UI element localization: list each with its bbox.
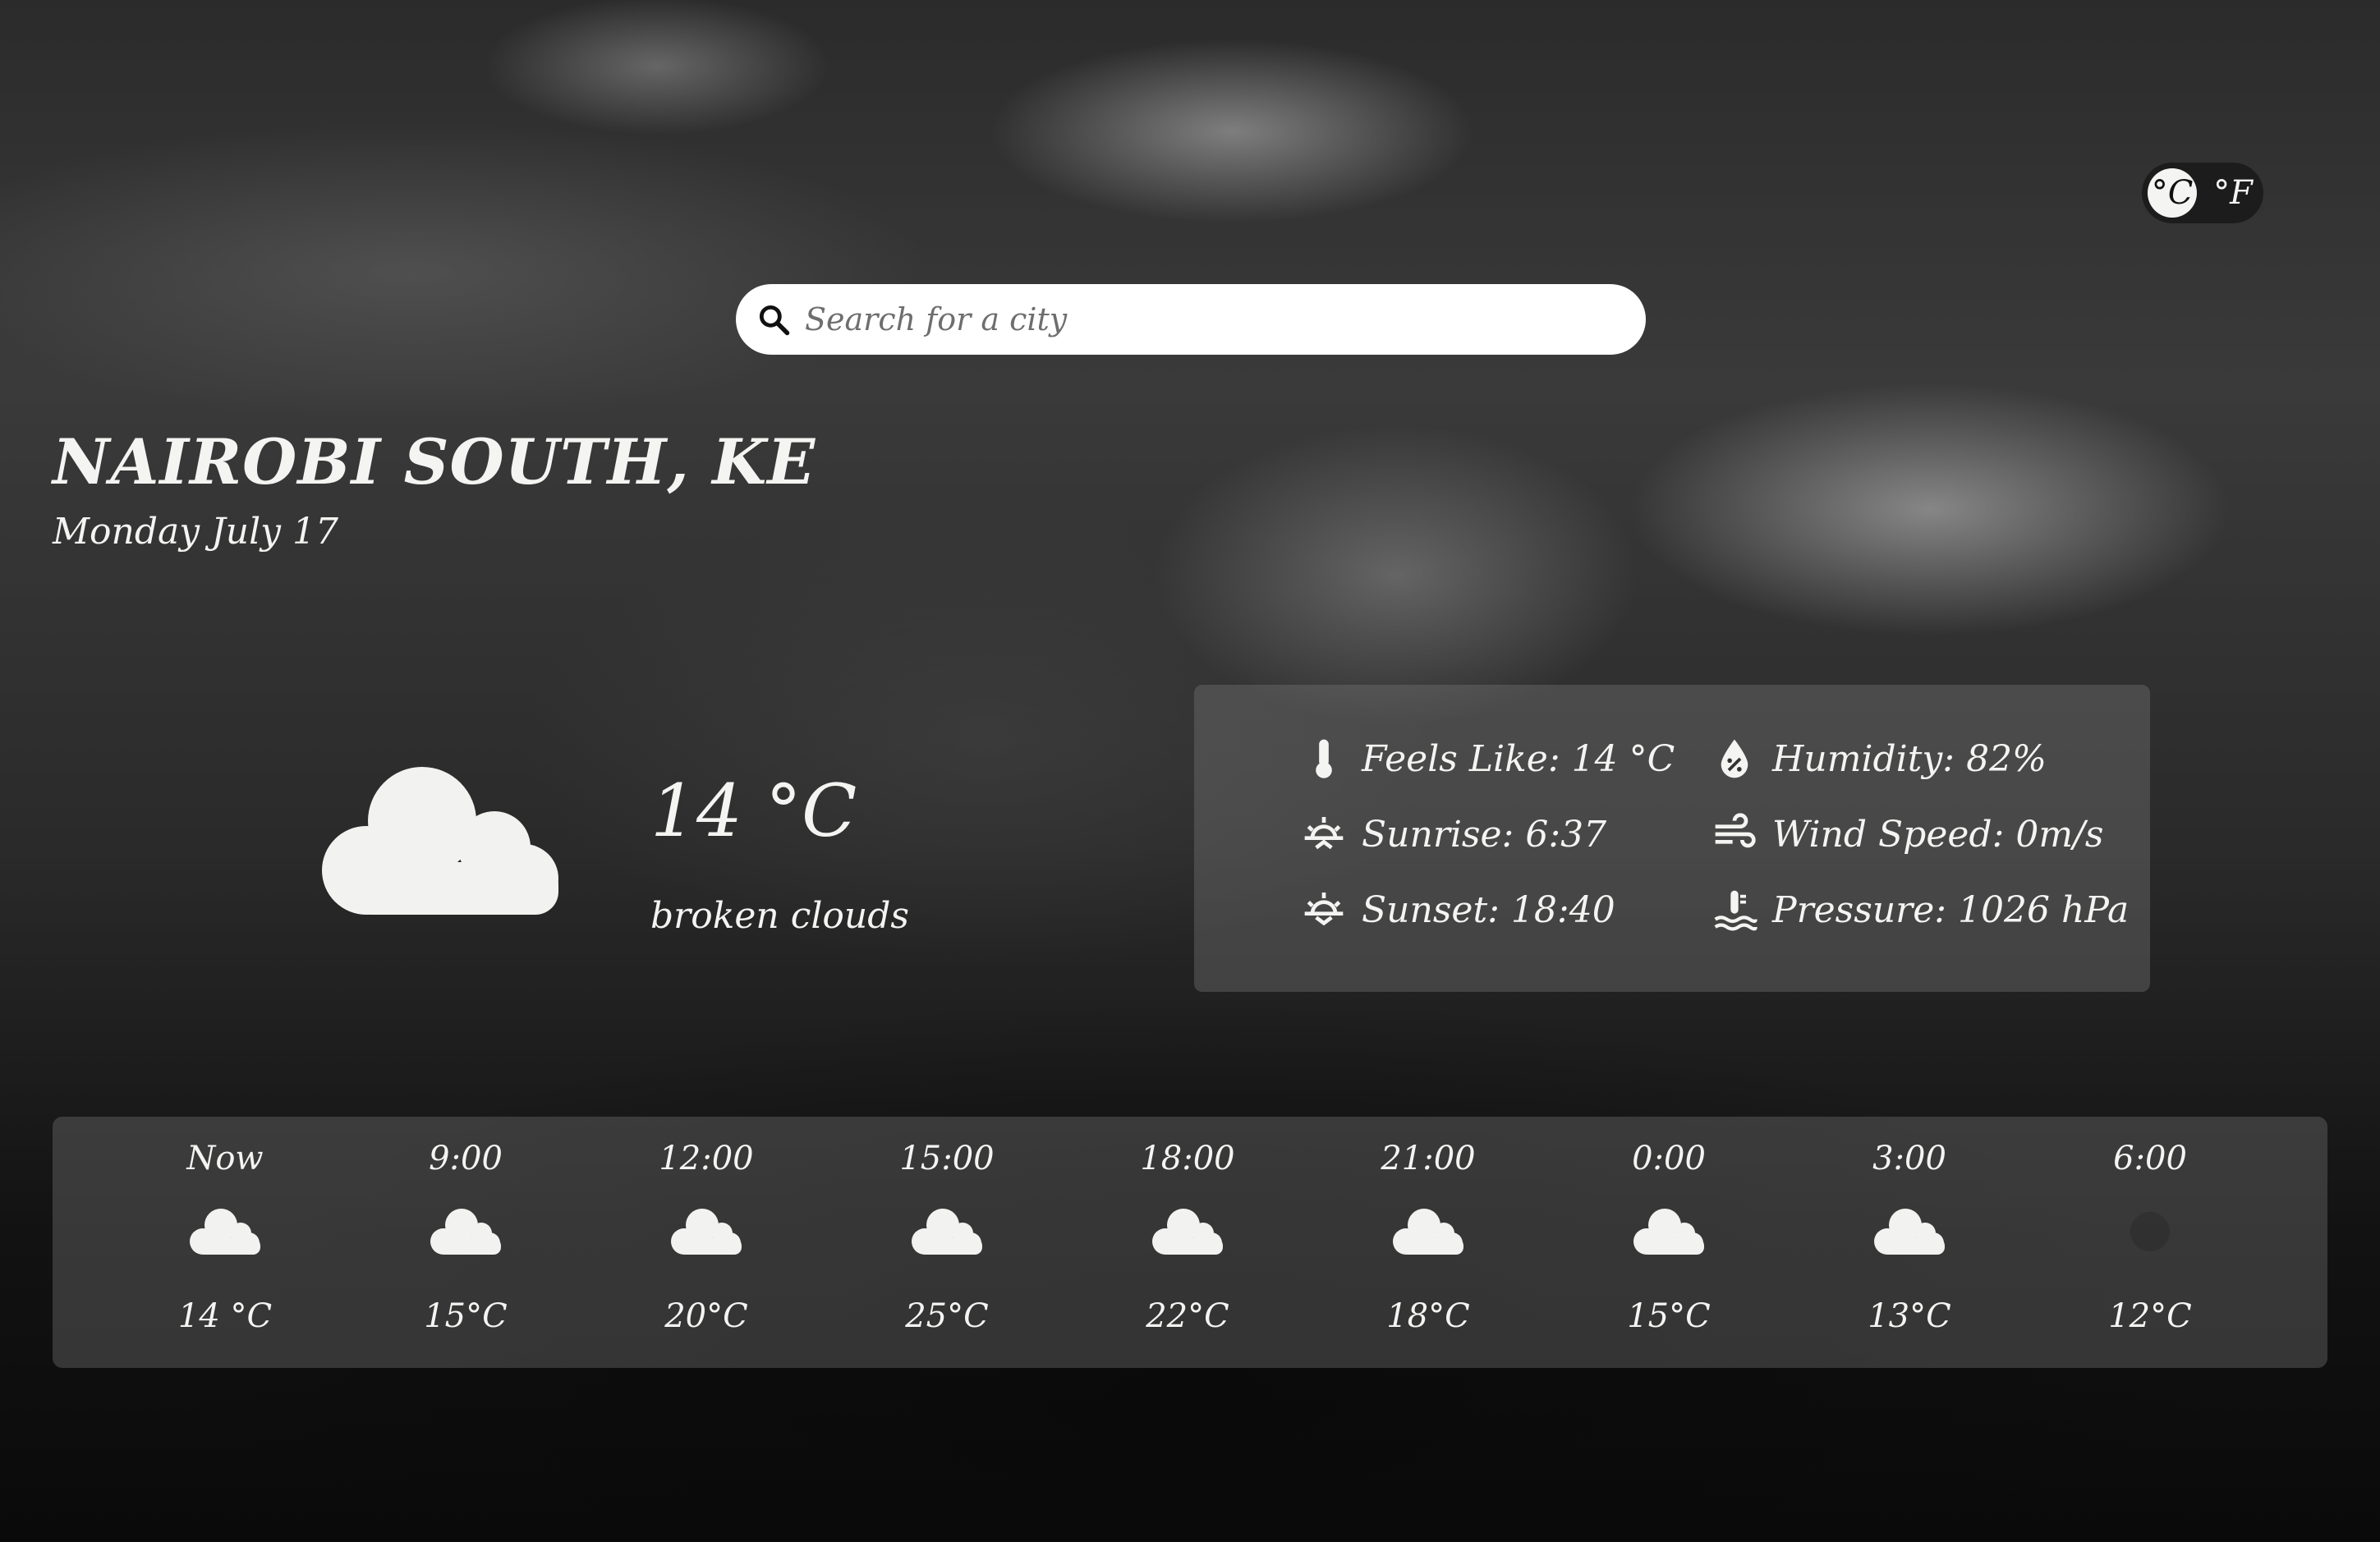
forecast-time: 21:00 bbox=[1381, 1140, 1476, 1177]
sunset-icon bbox=[1304, 893, 1344, 926]
hourly-forecast-panel: Now 14 °C 9:00 15°C 12:00 20°C 15:00 25°… bbox=[53, 1117, 2327, 1368]
feels-like-item: Feels Like: 14 °C bbox=[1301, 736, 1675, 782]
wind-icon bbox=[1715, 813, 1756, 848]
forecast-time: 3:00 bbox=[1872, 1140, 1946, 1177]
forecast-time: 9:00 bbox=[429, 1140, 503, 1177]
forecast-temp: 18°C bbox=[1386, 1297, 1470, 1335]
forecast-item: 0:00 15°C bbox=[1587, 1117, 1751, 1368]
current-date: Monday July 17 bbox=[53, 511, 339, 553]
forecast-time: 18:00 bbox=[1140, 1140, 1235, 1177]
cloud-icon bbox=[1393, 1209, 1463, 1255]
forecast-temp: 20°C bbox=[664, 1297, 748, 1335]
forecast-time: 0:00 bbox=[1632, 1140, 1706, 1177]
forecast-temp: 25°C bbox=[905, 1297, 989, 1335]
humidity-text: Humidity: 82% bbox=[1772, 737, 2047, 780]
weather-description: broken clouds bbox=[650, 895, 910, 937]
cloud-icon bbox=[430, 1209, 501, 1255]
sunrise-text: Sunrise: 6:37 bbox=[1362, 813, 1607, 856]
fahrenheit-option[interactable]: °F bbox=[2208, 168, 2258, 218]
cloud-icon bbox=[912, 1209, 982, 1255]
search-input[interactable] bbox=[803, 301, 1611, 338]
forecast-temp: 13°C bbox=[1868, 1297, 1951, 1335]
search-icon[interactable] bbox=[756, 301, 792, 337]
forecast-temp: 14 °C bbox=[177, 1297, 273, 1335]
celsius-option[interactable]: °C bbox=[2148, 168, 2197, 218]
cloud-icon bbox=[322, 767, 558, 915]
city-name: NAIROBI SOUTH, KE bbox=[53, 425, 816, 498]
forecast-temp: 12°C bbox=[2108, 1297, 2192, 1335]
forecast-item: 15:00 25°C bbox=[865, 1117, 1029, 1368]
current-temperature: 14 °C bbox=[650, 769, 857, 853]
sunset-item: Sunset: 18:40 bbox=[1301, 887, 1615, 933]
forecast-item: 12:00 20°C bbox=[624, 1117, 788, 1368]
feels-like-text: Feels Like: 14 °C bbox=[1362, 737, 1675, 780]
forecast-item: 3:00 13°C bbox=[1827, 1117, 1992, 1368]
sunrise-item: Sunrise: 6:37 bbox=[1301, 811, 1606, 857]
search-bar bbox=[736, 284, 1646, 355]
forecast-time: 15:00 bbox=[899, 1140, 995, 1177]
cloud-icon bbox=[671, 1209, 742, 1255]
sunrise-icon bbox=[1304, 817, 1344, 850]
forecast-item: 18:00 22°C bbox=[1105, 1117, 1270, 1368]
pressure-text: Pressure: 1026 hPa bbox=[1772, 888, 2130, 931]
night-icon bbox=[2130, 1212, 2170, 1251]
forecast-temp: 15°C bbox=[1627, 1297, 1711, 1335]
forecast-temp: 15°C bbox=[424, 1297, 508, 1335]
forecast-item: 9:00 15°C bbox=[384, 1117, 548, 1368]
cloud-icon bbox=[1874, 1209, 1945, 1255]
cloud-icon bbox=[1152, 1209, 1223, 1255]
sunset-text: Sunset: 18:40 bbox=[1362, 888, 1615, 931]
cloud-icon bbox=[190, 1209, 260, 1255]
forecast-time: 12:00 bbox=[659, 1140, 754, 1177]
forecast-item: 21:00 18°C bbox=[1346, 1117, 1510, 1368]
forecast-time: Now bbox=[186, 1140, 264, 1177]
forecast-item: 6:00 12°C bbox=[2068, 1117, 2232, 1368]
weather-details-panel: Feels Like: 14 °C Sunrise: 6:37 Sunset: … bbox=[1194, 685, 2150, 992]
forecast-temp: 22°C bbox=[1146, 1297, 1229, 1335]
humidity-icon bbox=[1721, 739, 1748, 778]
thermometer-icon bbox=[1316, 739, 1332, 778]
unit-toggle[interactable]: °C °F bbox=[2142, 163, 2263, 223]
wind-speed-text: Wind Speed: 0m/s bbox=[1772, 813, 2104, 856]
pressure-icon bbox=[1714, 890, 1757, 931]
humidity-item: Humidity: 82% bbox=[1711, 736, 2047, 782]
forecast-time: 6:00 bbox=[2113, 1140, 2187, 1177]
wind-speed-item: Wind Speed: 0m/s bbox=[1711, 811, 2104, 857]
cloud-icon bbox=[1633, 1209, 1704, 1255]
pressure-item: Pressure: 1026 hPa bbox=[1711, 887, 2129, 933]
forecast-item: Now 14 °C bbox=[143, 1117, 307, 1368]
